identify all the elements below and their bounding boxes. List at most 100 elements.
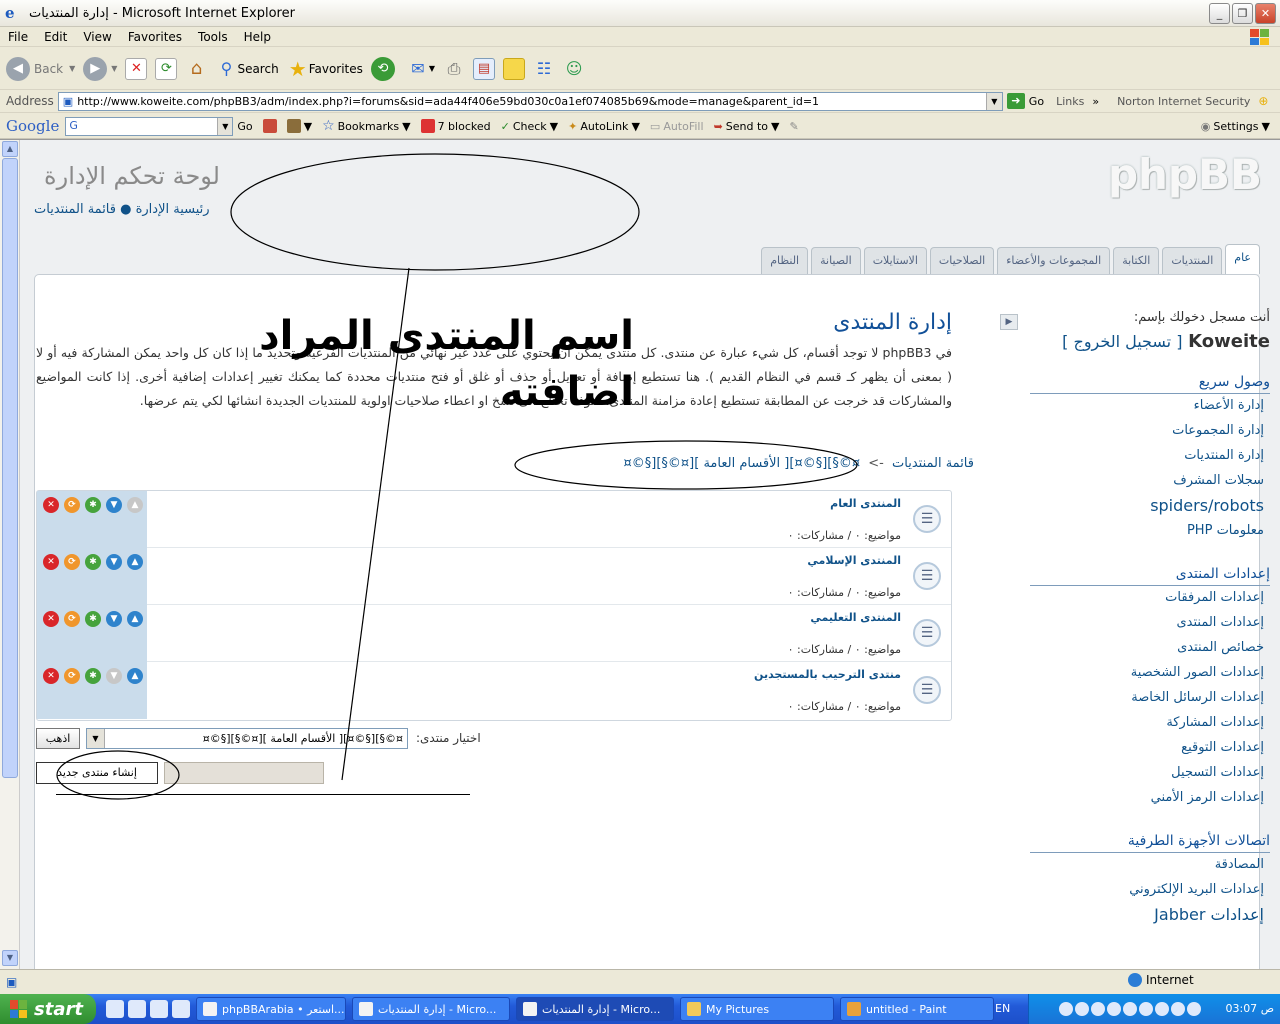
tray-icon[interactable]	[1059, 1002, 1073, 1016]
close-button[interactable]: ✕	[1255, 3, 1276, 24]
tab-styles[interactable]: الاستايلات	[863, 247, 927, 274]
sidebar-item-php-info[interactable]: معلومات PHP	[1030, 519, 1270, 544]
tab-posting[interactable]: الكتابة	[1113, 247, 1160, 274]
address-input[interactable]: ▣ http://www.koweite.com/phpBB3/adm/inde…	[57, 91, 1003, 111]
quicklaunch-icon[interactable]	[172, 1000, 190, 1018]
sidebar-item-registration[interactable]: إعدادات التسجيل	[1030, 761, 1270, 786]
favorites-button[interactable]: ★ Favorites	[287, 57, 363, 81]
delete-icon[interactable]: ✕	[43, 668, 59, 684]
stop-button[interactable]: ✕	[125, 57, 148, 80]
forum-name[interactable]: منتدى الترحيب بالمستجدين	[754, 668, 901, 681]
news-icon[interactable]	[262, 119, 277, 133]
chevrons-icon[interactable]: »	[1092, 95, 1099, 108]
notes-button[interactable]	[503, 57, 526, 80]
tab-general[interactable]: عام	[1225, 244, 1260, 274]
taskbar-item[interactable]: My Pictures	[680, 997, 834, 1021]
crumb-root[interactable]: قائمة المنتديات	[892, 456, 974, 471]
chevron-down-icon[interactable]: ▼	[87, 729, 105, 748]
back-button[interactable]: ◀ Back ▼	[6, 56, 75, 81]
move-down-icon[interactable]: ▼	[106, 611, 122, 627]
chevron-down-icon[interactable]: ▼	[985, 92, 1002, 110]
scroll-down-icon[interactable]: ▼	[2, 950, 18, 966]
home-button[interactable]: ⌂	[185, 58, 207, 80]
resync-icon[interactable]: ⟳	[64, 668, 80, 684]
forum-name-input[interactable]	[164, 762, 324, 784]
sendto-button[interactable]: ➥ Send to ▼	[714, 120, 780, 133]
sidebar-item-spiders[interactable]: spiders/robots	[1030, 494, 1270, 519]
gear-icon[interactable]: ✱	[85, 497, 101, 513]
mail-button[interactable]: ✉ ▼	[407, 58, 435, 80]
highlighter-icon[interactable]: ✎	[790, 120, 799, 133]
sidebar-item-manage-users[interactable]: إدارة الأعضاء	[1030, 394, 1270, 419]
sidebar-item-avatars[interactable]: إعدادات الصور الشخصية	[1030, 661, 1270, 686]
gear-icon[interactable]: ✱	[85, 611, 101, 627]
tray-icon[interactable]	[1139, 1002, 1153, 1016]
forum-select[interactable]: ¤©§][§©¤][ الأقسام العامة ][¤©§][§©¤ ▼	[86, 728, 408, 749]
tab-permissions[interactable]: الصلاحيات	[929, 247, 995, 274]
logout-link[interactable]: [ تسجيل الخروج ]	[1062, 332, 1182, 351]
scroll-up-icon[interactable]: ▲	[2, 141, 18, 157]
quicklaunch-icon[interactable]	[128, 1000, 146, 1018]
popup-blocker-button[interactable]: 7 blocked	[420, 119, 491, 133]
print-button[interactable]: ⎙	[443, 58, 465, 80]
resync-icon[interactable]: ⟳	[64, 554, 80, 570]
sidebar-item-captcha[interactable]: إعدادات الرمز الأمني	[1030, 786, 1270, 811]
bookmarks-button[interactable]: ☆ Bookmarks ▼	[322, 118, 411, 134]
vertical-scrollbar[interactable]: ▲ ▼	[0, 140, 20, 970]
create-forum-button[interactable]: إنشاء منتدى جديد	[36, 762, 158, 784]
sidebar-item-signature[interactable]: إعدادات التوقيع	[1030, 736, 1270, 761]
tab-system[interactable]: النظام	[761, 247, 809, 274]
menu-help[interactable]: Help	[236, 30, 279, 44]
quicklaunch-icon[interactable]	[106, 1000, 124, 1018]
google-search-input[interactable]: G ▼	[65, 116, 234, 136]
norton-label[interactable]: Norton Internet Security	[1117, 95, 1250, 108]
sidebar-item-board-settings[interactable]: إعدادات المنتدى	[1030, 611, 1270, 636]
tray-icon[interactable]	[1187, 1002, 1201, 1016]
sidebar-item-mod-logs[interactable]: سجلات المشرف	[1030, 469, 1270, 494]
taskbar-item[interactable]: إدارة المنتديات - Micro...	[352, 997, 510, 1021]
sidebar-item-manage-forums[interactable]: إدارة المنتديات	[1030, 444, 1270, 469]
chevron-down-icon[interactable]: ▼	[217, 117, 233, 135]
menu-edit[interactable]: Edit	[36, 30, 75, 44]
sidebar-item-jabber[interactable]: إعدادات Jabber	[1030, 903, 1270, 928]
delete-icon[interactable]: ✕	[43, 554, 59, 570]
forum-name[interactable]: المنتدى العام	[830, 497, 901, 510]
quicklaunch-icon[interactable]	[150, 1000, 168, 1018]
taskbar-item[interactable]: untitled - Paint	[840, 997, 994, 1021]
gear-icon[interactable]: ✱	[85, 554, 101, 570]
links-button[interactable]: Links	[1056, 95, 1084, 108]
gear-icon[interactable]: ✱	[85, 668, 101, 684]
tray-icon[interactable]	[1091, 1002, 1105, 1016]
sidebar-item-board-features[interactable]: خصائص المنتدى	[1030, 636, 1270, 661]
norton-icon[interactable]: ⊕	[1258, 94, 1268, 108]
messenger-button[interactable]: ☺	[563, 58, 585, 80]
scrollbar-thumb[interactable]	[2, 158, 18, 778]
menu-tools[interactable]: Tools	[190, 30, 236, 44]
tab-forums[interactable]: المنتديات	[1162, 247, 1223, 274]
tab-maintenance[interactable]: الصيانة	[811, 247, 861, 274]
menu-view[interactable]: View	[75, 30, 119, 44]
sidebar-item-email[interactable]: إعدادات البريد الإلكتروني	[1030, 878, 1270, 903]
settings-button[interactable]: ◉ Settings ▼	[1201, 120, 1270, 133]
collapse-menu-icon[interactable]: ▶	[1000, 314, 1018, 330]
move-down-icon[interactable]: ▼	[106, 497, 122, 513]
language-indicator[interactable]: EN	[995, 1002, 1010, 1015]
sidebar-item-manage-groups[interactable]: إدارة المجموعات	[1030, 419, 1270, 444]
puzzle-icon[interactable]: ▼	[286, 119, 312, 133]
menu-favorites[interactable]: Favorites	[120, 30, 190, 44]
tray-icon[interactable]	[1171, 1002, 1185, 1016]
delete-icon[interactable]: ✕	[43, 611, 59, 627]
search-button[interactable]: ⚲ Search	[215, 58, 279, 80]
history-button[interactable]: ⟲	[370, 56, 399, 81]
move-up-icon[interactable]: ▲	[127, 668, 143, 684]
autolink-button[interactable]: ✦ AutoLink ▼	[568, 120, 640, 133]
acp-breadcrumb[interactable]: رئيسية الإدارة ● قائمة المنتديات	[34, 202, 210, 217]
start-button[interactable]: start	[0, 994, 96, 1024]
jump-go-button[interactable]: اذهب	[36, 728, 80, 749]
sidebar-item-attachments[interactable]: إعدادات المرفقات	[1030, 586, 1270, 611]
tab-users-groups[interactable]: المجموعات والأعضاء	[997, 247, 1111, 274]
menu-file[interactable]: File	[0, 30, 36, 44]
delete-icon[interactable]: ✕	[43, 497, 59, 513]
minimize-button[interactable]: _	[1209, 3, 1230, 24]
tray-icon[interactable]	[1107, 1002, 1121, 1016]
